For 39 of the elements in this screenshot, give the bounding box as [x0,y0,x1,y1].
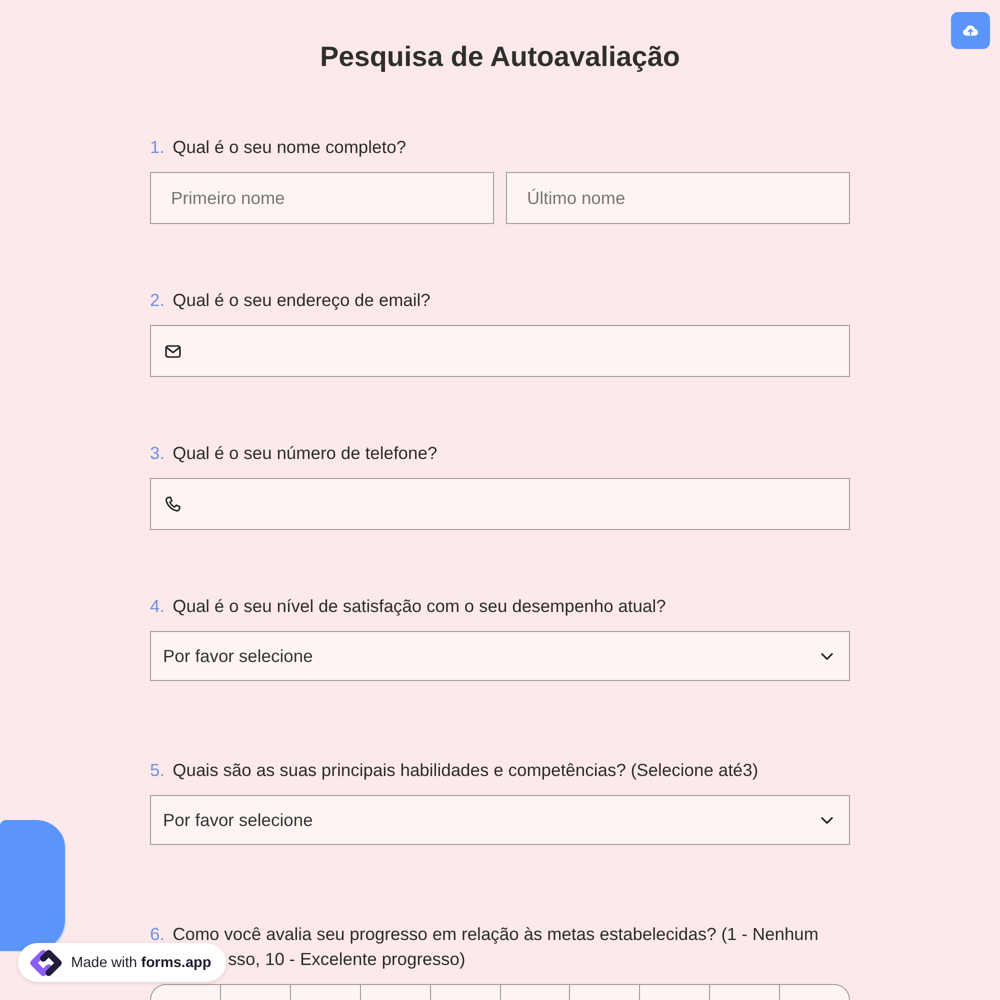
question-text: Quais são as suas principais habilidades e competências? (Selecione até3) [172,759,758,781]
dropdown-select[interactable]: Por favor selecione [150,631,850,681]
upload-button[interactable] [951,12,990,49]
cloud-upload-icon [963,25,978,36]
question-number: 5. [150,759,165,781]
name-input-field[interactable]: Último nome [506,172,850,224]
question-number: 6. [150,923,165,945]
dropdown-select[interactable]: Por favor selecione [150,795,850,845]
rating-option-button[interactable] [570,984,640,1000]
form-title: Pesquisa de Autoavaliação [320,40,680,74]
question-text: Qual é o seu nível de satisfação com o seu desempenho atual? [172,595,666,617]
phone-input-field[interactable] [150,478,850,530]
question-text: Qual é o seu endereço de email? [172,289,430,311]
badge-text: Made with forms.app [71,954,212,970]
question-number: 3. [150,442,165,464]
name-input-field[interactable]: Primeiro nome [150,172,494,224]
rating-option-button[interactable] [150,984,221,1000]
question-text: sso, 10 - Excelente progresso) [228,948,466,970]
question-number: 1. [150,136,165,158]
rating-option-button[interactable] [360,984,431,1000]
chevron-down-icon [821,652,833,660]
rating-option-button[interactable] [710,984,780,1000]
envelope-icon [165,344,181,358]
branding-badge[interactable]: Made with forms.app [18,943,226,982]
rating-option-button[interactable] [780,984,850,1000]
rating-option-button[interactable] [500,984,570,1000]
rating-option-button[interactable] [640,984,710,1000]
phone-icon [165,496,181,512]
floating-side-tab[interactable] [0,820,66,952]
email-input-field[interactable] [150,325,850,377]
chevron-down-icon [821,816,833,824]
question-text: Como você avalia seu progresso em relação às metas estabelecidas? (1 - Nenhum [172,923,818,945]
question-number: 4. [150,595,165,617]
question-number: 2. [150,289,165,311]
rating-option-button[interactable] [290,984,361,1000]
question-text: Qual é o seu número de telefone? [172,442,438,464]
question-text: Qual é o seu nome completo? [172,136,406,158]
rating-option-button[interactable] [430,984,501,1000]
rating-option-button[interactable] [220,984,291,1000]
